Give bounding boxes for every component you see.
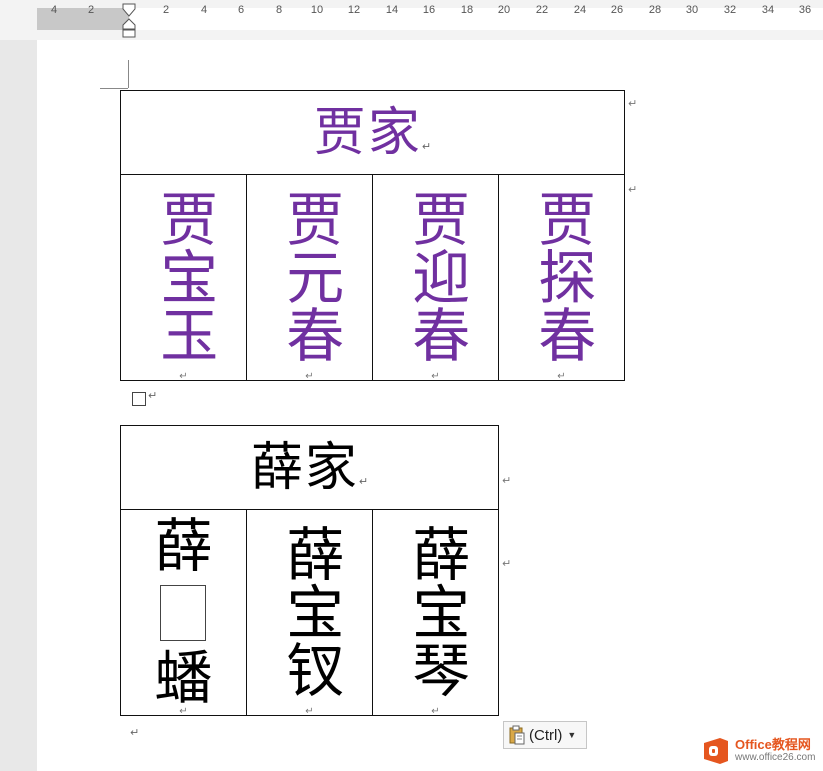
table-header-cell[interactable]: 贾家↵ [120, 90, 625, 175]
cell-text: 蟠 [154, 643, 213, 712]
cell-text: 贾探春 [528, 188, 597, 363]
table-header-cell[interactable]: 薛家↵ [120, 425, 499, 510]
table-cell[interactable]: 贾宝玉 ↵ [120, 174, 247, 382]
cell-end-mark: ↵ [305, 371, 314, 382]
row-end-mark: ↵ [502, 557, 512, 570]
cell-text: 贾元春 [276, 188, 345, 363]
cell-text: 贾宝玉 [150, 188, 219, 363]
document-page[interactable]: 贾家↵ 贾宝玉 ↵ 贾元春 ↵ 贾迎春 ↵ 贾探春 ↵ ↵ ↵ ↵ 薛家↵ 薛 … [0, 0, 823, 771]
cell-end-mark: ↵ [431, 706, 440, 717]
cell-text: 薛 [154, 511, 213, 580]
paragraph-mark: ↵ [148, 389, 158, 402]
empty-paragraph-box [132, 392, 146, 406]
office-logo-icon [704, 737, 728, 764]
cell-end-mark: ↵ [179, 371, 188, 382]
paragraph-mark: ↵ [130, 726, 140, 739]
table-cell[interactable]: 薛宝钗 ↵ [245, 509, 373, 717]
cell-end-mark: ↵ [431, 371, 440, 382]
cell-text: 薛宝琴 [402, 523, 471, 698]
table-cell[interactable]: 贾迎春 ↵ [372, 174, 499, 382]
table-cell[interactable]: 贾元春 ↵ [246, 174, 373, 382]
paste-options-label: (Ctrl) [529, 726, 563, 744]
crop-mark [100, 88, 128, 89]
row-end-mark: ↵ [628, 183, 638, 196]
dropdown-caret-icon: ▼ [567, 730, 577, 740]
cell-end-mark: ↵ [358, 474, 369, 488]
row-end-mark: ↵ [502, 474, 512, 487]
cell-end-mark: ↵ [421, 139, 432, 153]
table-header-text: 贾家 [313, 102, 422, 163]
xue-family-table[interactable]: 薛家↵ 薛 蟠 ↵ 薛宝钗 ↵ 薛宝琴 ↵ [120, 425, 500, 717]
cell-end-mark: ↵ [179, 706, 188, 717]
table-cell[interactable]: 贾探春 ↵ [498, 174, 625, 382]
missing-glyph-box [160, 584, 207, 641]
watermark-url: www.office26.com [735, 752, 816, 763]
paste-options-button[interactable]: (Ctrl) ▼ [503, 721, 587, 749]
cell-text: 贾迎春 [402, 188, 471, 363]
cell-end-mark: ↵ [305, 706, 314, 717]
row-end-mark: ↵ [628, 97, 638, 110]
table-cell[interactable]: 薛宝琴 ↵ [371, 509, 500, 717]
table-header-text: 薛家 [250, 437, 359, 498]
crop-mark [128, 60, 129, 88]
jia-family-table[interactable]: 贾家↵ 贾宝玉 ↵ 贾元春 ↵ 贾迎春 ↵ 贾探春 ↵ [120, 90, 625, 382]
cell-text: 薛宝钗 [276, 523, 345, 698]
watermark-title: Office教程网 [735, 737, 811, 752]
site-watermark: Office教程网 www.office26.com [700, 730, 823, 771]
table-cell[interactable]: 薛 蟠 ↵ [120, 509, 247, 717]
clipboard-icon [509, 725, 525, 745]
cell-end-mark: ↵ [557, 371, 566, 382]
